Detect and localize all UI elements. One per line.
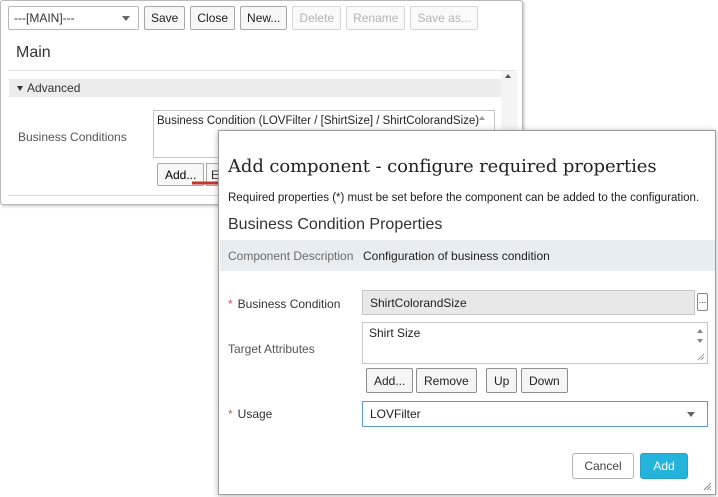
component-description-row: Component Description Configuration of b…: [220, 240, 715, 271]
required-marker: *: [228, 297, 233, 311]
new-button[interactable]: New...: [240, 6, 288, 30]
usage-select-value: LOVFilter: [370, 407, 421, 421]
business-condition-label: * Business Condition: [228, 297, 340, 311]
resize-grip-icon[interactable]: [697, 353, 705, 361]
business-conditions-label: Business Conditions: [18, 130, 127, 144]
browse-button[interactable]: ...: [697, 293, 708, 311]
add-component-dialog: Add component - configure required prope…: [218, 130, 716, 495]
save-as-button[interactable]: Save as...: [410, 6, 478, 30]
delete-button[interactable]: Delete: [292, 6, 342, 30]
list-scroll-up-icon[interactable]: [479, 116, 485, 120]
chevron-down-icon: [687, 411, 695, 417]
dialog-subtitle: Required properties (*) must be set befo…: [228, 192, 700, 204]
advanced-section-header[interactable]: Advanced: [9, 79, 501, 97]
resize-grip-icon[interactable]: [703, 482, 712, 491]
list-item[interactable]: Business Condition (LOVFilter / [ShirtSi…: [157, 115, 491, 127]
cancel-button[interactable]: Cancel: [572, 453, 634, 479]
save-button[interactable]: Save: [144, 6, 186, 30]
move-up-button[interactable]: Up: [486, 368, 518, 393]
advanced-section-label: Advanced: [27, 81, 81, 95]
business-condition-label-text: Business Condition: [237, 297, 341, 311]
remove-attribute-button[interactable]: Remove: [416, 368, 477, 393]
scroll-up-icon[interactable]: [697, 329, 703, 333]
scroll-up-icon[interactable]: [505, 74, 511, 78]
component-description-value: Configuration of business condition: [363, 249, 550, 263]
target-attributes-list[interactable]: Shirt Size: [362, 322, 708, 364]
divider: [8, 70, 515, 71]
component-description-label: Component Description: [228, 249, 354, 263]
add-button[interactable]: Add: [640, 453, 688, 479]
move-down-button[interactable]: Down: [521, 368, 568, 393]
rename-button[interactable]: Rename: [346, 6, 406, 30]
close-button[interactable]: Close: [190, 6, 236, 30]
usage-label-text: Usage: [237, 407, 273, 421]
required-marker: *: [228, 407, 233, 421]
chevron-down-icon: [122, 15, 130, 21]
configuration-select-value: ---[MAIN]---: [14, 11, 75, 25]
scroll-down-icon[interactable]: [697, 339, 703, 343]
list-item[interactable]: Shirt Size: [369, 326, 701, 340]
configuration-select[interactable]: ---[MAIN]---: [8, 6, 139, 30]
business-condition-field[interactable]: ShirtColorandSize: [362, 290, 695, 315]
dialog-title: Add component - configure required prope…: [228, 156, 657, 177]
expand-triangle-icon: [17, 85, 23, 91]
business-condition-value: ShirtColorandSize: [370, 295, 467, 310]
add-attribute-button[interactable]: Add...: [366, 368, 414, 393]
usage-label: * Usage: [228, 407, 272, 421]
section-title: Business Condition Properties: [228, 216, 443, 233]
toolbar: ---[MAIN]--- Save Close New... Delete Re…: [8, 6, 478, 30]
usage-select[interactable]: LOVFilter: [362, 401, 708, 427]
target-attributes-label: Target Attributes: [228, 342, 315, 356]
divider: [8, 195, 218, 196]
page-title: Main: [16, 44, 51, 61]
